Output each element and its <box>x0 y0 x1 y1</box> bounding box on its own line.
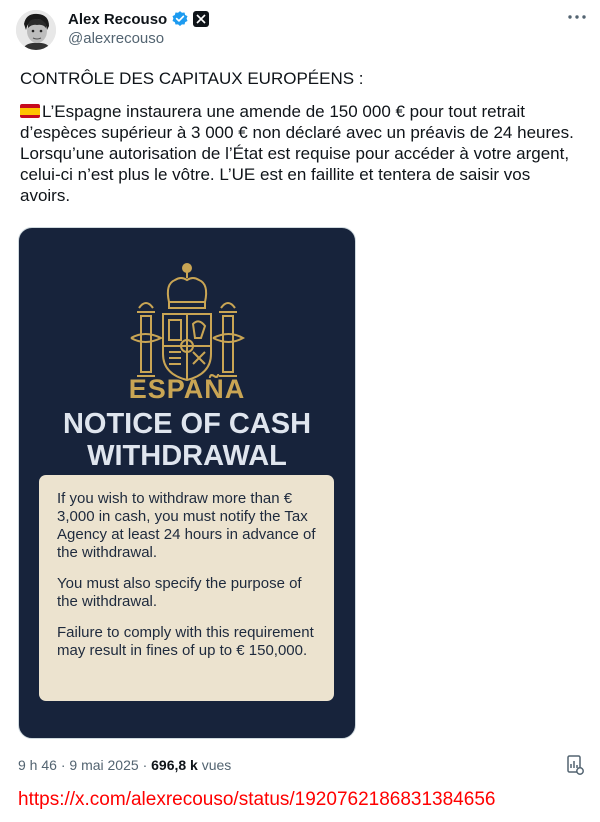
tweet-meta: 9 h 46 · 9 mai 2025 · 696,8 k vues <box>18 757 231 773</box>
notice-paper: If you wish to withdraw more than € 3,00… <box>39 475 334 701</box>
views-label: vues <box>201 757 232 773</box>
tweet-body-paragraph: L’Espagne instaurera une amende de 150 0… <box>20 101 580 206</box>
meta-separator: · <box>60 757 66 773</box>
country-label: ESPAÑA <box>128 374 246 404</box>
author-handle[interactable]: @alexrecouso <box>68 30 164 47</box>
view-stats-icon[interactable] <box>565 754 585 776</box>
avatar-image <box>16 10 56 50</box>
notice-paragraph-1: If you wish to withdraw more than € 3,00… <box>57 490 316 561</box>
views-count: 696,8 k <box>151 757 198 773</box>
tweet-date[interactable]: 9 mai 2025 <box>69 757 138 773</box>
tweet-text: CONTRÔLE DES CAPITAUX EUROPÉENS : L’Espa… <box>20 68 580 206</box>
notice-title-line2: WITHDRAWAL <box>87 440 287 472</box>
coat-of-arms-icon <box>130 263 246 382</box>
source-link[interactable]: https://x.com/alexrecouso/status/1920762… <box>18 789 495 811</box>
notice-paragraph-3: Failure to comply with this requirement … <box>57 624 314 659</box>
notice-title: NOTICE OF CASH WITHDRAWAL <box>19 408 355 472</box>
x-logo-icon[interactable] <box>193 11 210 27</box>
tweet-heading: CONTRÔLE DES CAPITAUX EUROPÉENS : <box>20 69 364 88</box>
notice-paragraph-2: You must also specify the purpose of the… <box>57 575 302 610</box>
verified-badge-icon[interactable] <box>171 10 189 28</box>
tweet-media-image[interactable]: ESPAÑA NOTICE OF CASH WITHDRAWAL If you … <box>18 227 356 739</box>
tweet-time[interactable]: 9 h 46 <box>18 757 57 773</box>
meta-separator: · <box>142 757 148 773</box>
spain-flag-icon <box>20 104 40 118</box>
avatar[interactable] <box>16 10 56 50</box>
author-name[interactable]: Alex Recouso <box>68 11 167 28</box>
author-row: Alex Recouso <box>68 9 210 29</box>
tweet-body: L’Espagne instaurera une amende de 150 0… <box>20 102 574 205</box>
more-icon[interactable] <box>566 6 588 28</box>
notice-title-line1: NOTICE OF CASH <box>62 408 312 440</box>
